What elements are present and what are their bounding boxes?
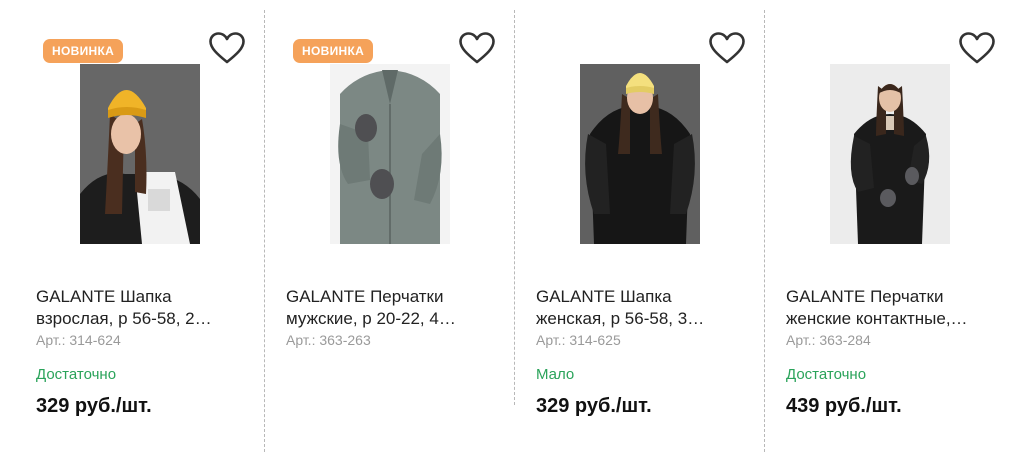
product-sku: Арт.: 363-284 xyxy=(786,332,871,348)
product-sku: Арт.: 363-263 xyxy=(286,332,371,348)
product-image[interactable] xyxy=(330,64,450,244)
new-badge: НОВИНКА xyxy=(43,39,124,63)
stock-status: Достаточно xyxy=(36,366,117,383)
product-title[interactable]: GALANTE Шапка взрослая, р 56-58, 2… xyxy=(36,286,241,330)
stock-status: Мало xyxy=(536,366,575,383)
heart-outline-icon[interactable] xyxy=(958,31,996,65)
product-image[interactable] xyxy=(580,64,700,244)
product-title[interactable]: GALANTE Шапка женская, р 56-58, 3… xyxy=(536,286,741,330)
stock-status: Достаточно xyxy=(786,366,867,383)
product-title[interactable]: GALANTE Перчатки женские контактные,… xyxy=(786,286,991,330)
product-image[interactable] xyxy=(830,64,950,244)
product-title[interactable]: GALANTE Перчатки мужские, р 20-22, 4… xyxy=(286,286,491,330)
heart-outline-icon[interactable] xyxy=(708,31,746,65)
product-card[interactable]: НОВИНКА GALANTE Шапка взрослая, р 56-58,… xyxy=(0,0,250,452)
product-price: 329 руб./шт. xyxy=(36,395,152,417)
product-card[interactable]: GALANTE Перчатки женские контактные,… Ар… xyxy=(750,0,1000,452)
new-badge: НОВИНКА xyxy=(293,39,374,63)
product-price: 329 руб./шт. xyxy=(536,395,652,417)
heart-outline-icon[interactable] xyxy=(208,31,246,65)
product-card[interactable]: НОВИНКА GALANTE Перчатки мужские, р 20-2… xyxy=(250,0,500,452)
product-sku: Арт.: 314-624 xyxy=(36,332,121,348)
heart-outline-icon[interactable] xyxy=(458,31,496,65)
product-image[interactable] xyxy=(80,64,200,244)
product-sku: Арт.: 314-625 xyxy=(536,332,621,348)
product-price: 439 руб./шт. xyxy=(786,395,902,417)
product-card[interactable]: GALANTE Шапка женская, р 56-58, 3… Арт.:… xyxy=(500,0,750,452)
